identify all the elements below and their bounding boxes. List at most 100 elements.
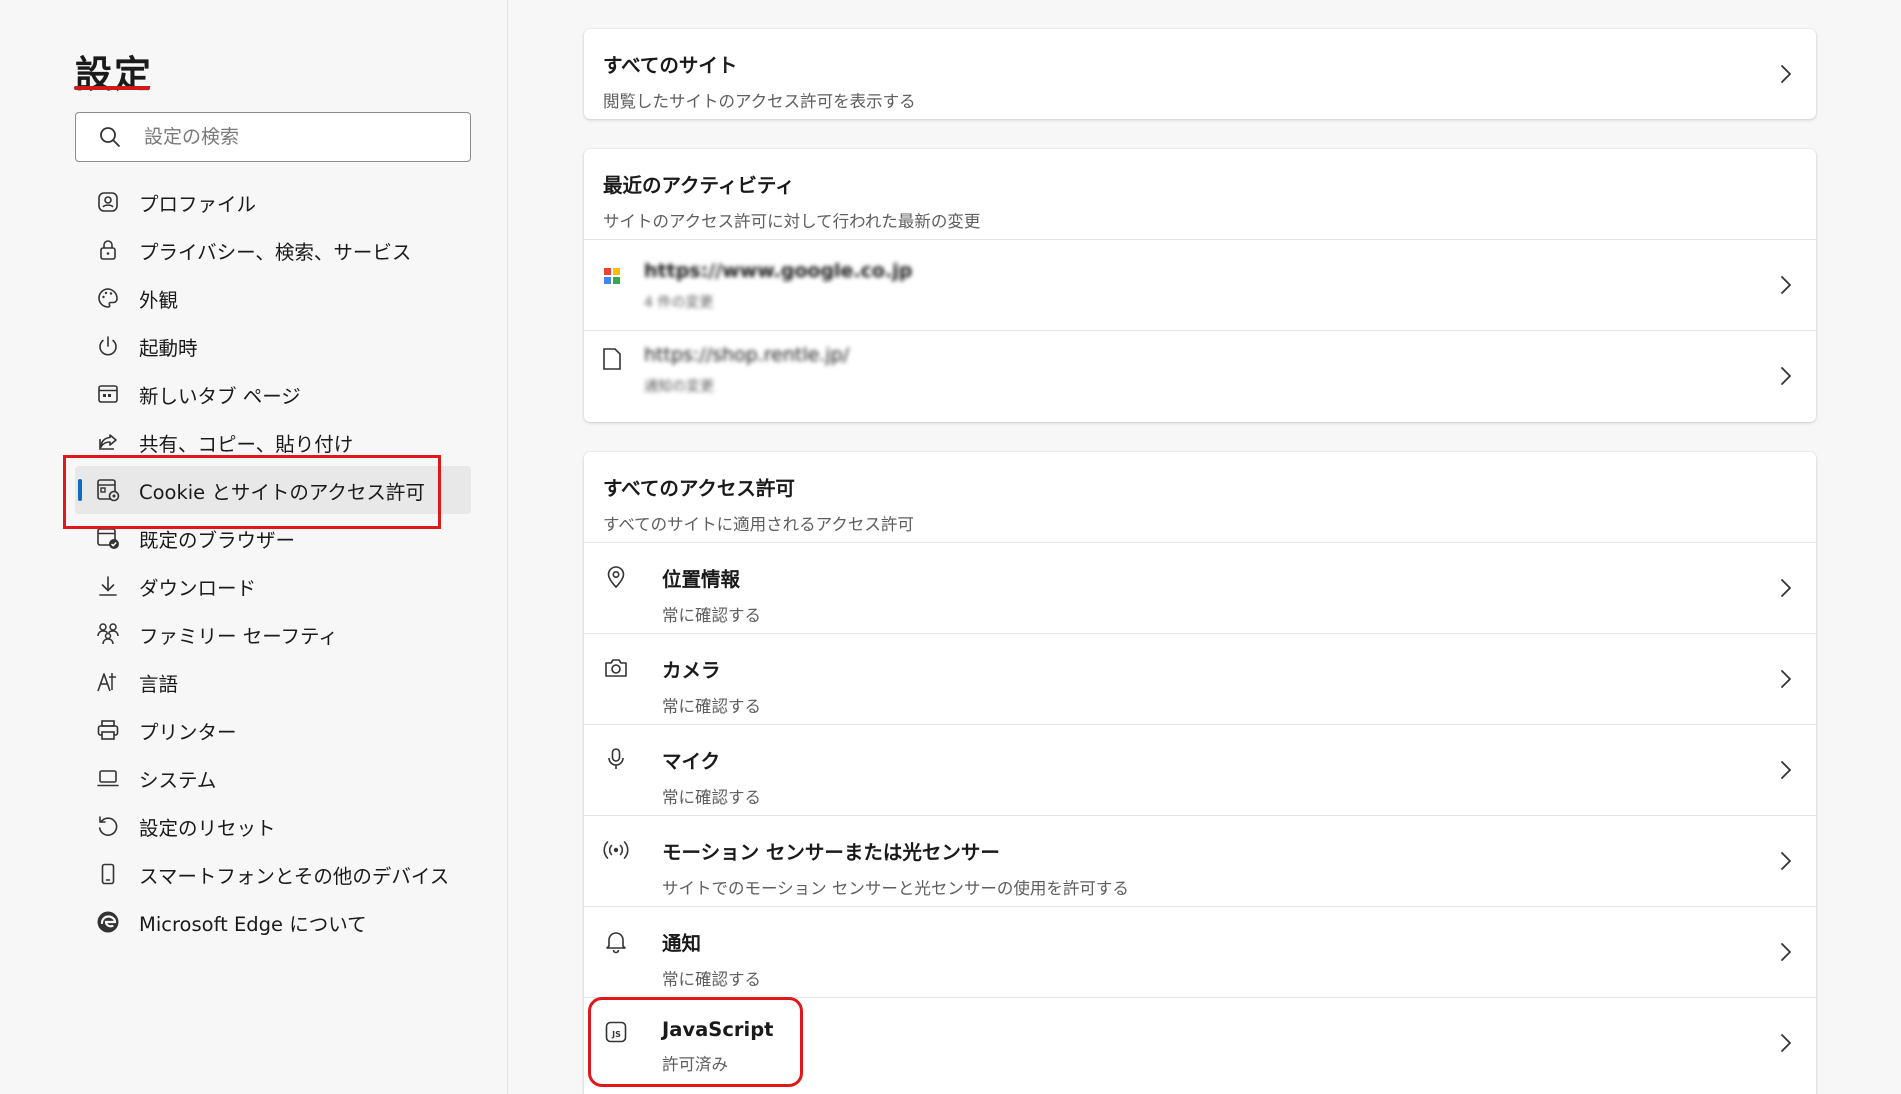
chevron-right-icon <box>1778 668 1794 690</box>
all-sites-header: すべてのサイト 閲覧したサイトのアクセス許可を表示する <box>584 29 1816 119</box>
power-icon <box>95 333 121 359</box>
permission-title: モーション センサーまたは光センサー <box>662 841 1000 864</box>
recent-site-url: https://www.google.co.jp <box>644 260 913 282</box>
language-icon <box>95 669 121 695</box>
page-icon <box>598 345 626 373</box>
javascript-annotation-box <box>588 997 803 1087</box>
sidebar-item-startup[interactable]: 起動時 <box>75 322 471 370</box>
permission-text: カメラ 常に確認する <box>662 654 761 717</box>
recent-site-url: https://shop.rentle.jp/ <box>644 344 850 366</box>
sidebar: 設定 プロファイル プライバシー、検索、サービス 外観 <box>0 0 508 1094</box>
recent-site-text: https://shop.rentle.jp/ 通知の変更 <box>644 344 849 396</box>
sidebar-item-reset[interactable]: 設定のリセット <box>75 802 471 850</box>
sidebar-item-new-tab[interactable]: 新しいタブ ページ <box>75 370 471 418</box>
cookie-item-annotation-box <box>63 455 441 529</box>
sensor-icon <box>602 836 630 864</box>
microphone-icon <box>602 745 630 773</box>
phone-icon <box>95 861 121 887</box>
chevron-right-icon <box>1778 759 1794 781</box>
permission-status: 常に確認する <box>662 970 761 989</box>
palette-icon <box>95 285 121 311</box>
permission-status: 常に確認する <box>662 697 761 716</box>
permission-row-camera[interactable]: カメラ 常に確認する <box>584 633 1816 724</box>
sidebar-item-label: 共有、コピー、貼り付け <box>139 432 354 456</box>
sidebar-item-label: プロファイル <box>139 192 257 216</box>
permission-text: マイク 常に確認する <box>662 745 761 808</box>
permission-title: 通知 <box>662 932 702 955</box>
all-sites-title: すべてのサイト <box>603 54 738 77</box>
share-icon <box>95 429 121 455</box>
all-permissions-header: すべてのアクセス許可 すべてのサイトに適用されるアクセス許可 <box>584 452 1816 542</box>
title-underline-annotation <box>74 86 150 90</box>
permission-status: 常に確認する <box>662 606 761 625</box>
search-input[interactable] <box>144 126 444 148</box>
permission-title: カメラ <box>662 659 721 682</box>
sidebar-item-label: 外観 <box>139 288 179 312</box>
sidebar-item-label: 設定のリセット <box>139 816 276 840</box>
recent-site-detail: 通知の変更 <box>644 379 714 395</box>
all-permissions-subtitle: すべてのサイトに適用されるアクセス許可 <box>603 515 914 534</box>
recent-activity-card: 最近のアクティビティ サイトのアクセス許可に対して行われた最新の変更 https… <box>584 149 1816 422</box>
sidebar-item-label: プリンター <box>139 720 237 744</box>
chevron-right-icon <box>1778 941 1794 963</box>
permission-status: 常に確認する <box>662 788 761 807</box>
recent-activity-subtitle: サイトのアクセス許可に対して行われた最新の変更 <box>603 212 981 231</box>
chevron-right-icon <box>1778 274 1794 296</box>
recent-activity-header: 最近のアクティビティ サイトのアクセス許可に対して行われた最新の変更 <box>584 149 1816 239</box>
sidebar-item-downloads[interactable]: ダウンロード <box>75 562 471 610</box>
sidebar-item-label: ダウンロード <box>139 576 257 600</box>
sidebar-item-label: スマートフォンとその他のデバイス <box>139 864 450 888</box>
sidebar-item-system[interactable]: システム <box>75 754 471 802</box>
camera-icon <box>602 654 630 682</box>
sidebar-item-languages[interactable]: 言語 <box>75 658 471 706</box>
settings-search-box[interactable] <box>75 112 471 162</box>
permission-row-motion-sensors[interactable]: モーション センサーまたは光センサー サイトでのモーション センサーと光センサー… <box>584 815 1816 906</box>
all-permissions-title: すべてのアクセス許可 <box>603 477 795 500</box>
permission-title: マイク <box>662 750 721 773</box>
laptop-icon <box>95 765 121 791</box>
sidebar-item-family-safety[interactable]: ファミリー セーフティ <box>75 610 471 658</box>
sidebar-item-about[interactable]: Microsoft Edge について <box>75 898 471 946</box>
reset-icon <box>95 813 121 839</box>
all-sites-card[interactable]: すべてのサイト 閲覧したサイトのアクセス許可を表示する <box>584 29 1816 119</box>
sidebar-item-label: 言語 <box>139 672 179 696</box>
permission-text: モーション センサーまたは光センサー サイトでのモーション センサーと光センサー… <box>662 836 1129 899</box>
recent-activity-title: 最近のアクティビティ <box>603 174 795 197</box>
recent-site-detail: 4 件の変更 <box>644 295 714 311</box>
chevron-right-icon <box>1778 1032 1794 1054</box>
printer-icon <box>95 717 121 743</box>
sidebar-item-printers[interactable]: プリンター <box>75 706 471 754</box>
google-favicon-icon <box>598 262 626 290</box>
sidebar-item-phone-devices[interactable]: スマートフォンとその他のデバイス <box>75 850 471 898</box>
permission-text: 位置情報 常に確認する <box>662 563 761 626</box>
sidebar-item-appearance[interactable]: 外観 <box>75 274 471 322</box>
sidebar-item-label: 起動時 <box>139 336 198 360</box>
sidebar-item-privacy[interactable]: プライバシー、検索、サービス <box>75 226 471 274</box>
permission-row-microphone[interactable]: マイク 常に確認する <box>584 724 1816 815</box>
search-icon <box>98 125 122 149</box>
recent-site-text: https://www.google.co.jp 4 件の変更 <box>644 260 912 312</box>
bell-icon <box>602 927 630 955</box>
all-sites-subtitle: 閲覧したサイトのアクセス許可を表示する <box>603 92 916 111</box>
permission-row-notifications[interactable]: 通知 常に確認する <box>584 906 1816 997</box>
recent-site-row[interactable]: https://shop.rentle.jp/ 通知の変更 <box>584 330 1816 421</box>
chevron-right-icon <box>1778 577 1794 599</box>
sidebar-item-label: ファミリー セーフティ <box>139 624 338 648</box>
location-icon <box>602 563 630 591</box>
chevron-right-icon <box>1778 365 1794 387</box>
edge-logo-icon <box>95 909 121 935</box>
settings-nav: プロファイル プライバシー、検索、サービス 外観 起動時 新しいタブ ページ 共… <box>75 178 471 946</box>
lock-icon <box>95 237 121 263</box>
permission-row-location[interactable]: 位置情報 常に確認する <box>584 542 1816 633</box>
download-icon <box>95 573 121 599</box>
recent-site-row[interactable]: https://www.google.co.jp 4 件の変更 <box>584 239 1816 330</box>
permission-text: 通知 常に確認する <box>662 927 761 990</box>
sidebar-item-label: プライバシー、検索、サービス <box>139 240 412 264</box>
permission-status: サイトでのモーション センサーと光センサーの使用を許可する <box>662 879 1129 898</box>
sidebar-item-label: システム <box>139 768 217 792</box>
family-icon <box>95 621 121 647</box>
profile-icon <box>95 189 121 215</box>
sidebar-item-profile[interactable]: プロファイル <box>75 178 471 226</box>
chevron-right-icon <box>1778 850 1794 872</box>
sidebar-item-label: 新しいタブ ページ <box>139 384 301 408</box>
